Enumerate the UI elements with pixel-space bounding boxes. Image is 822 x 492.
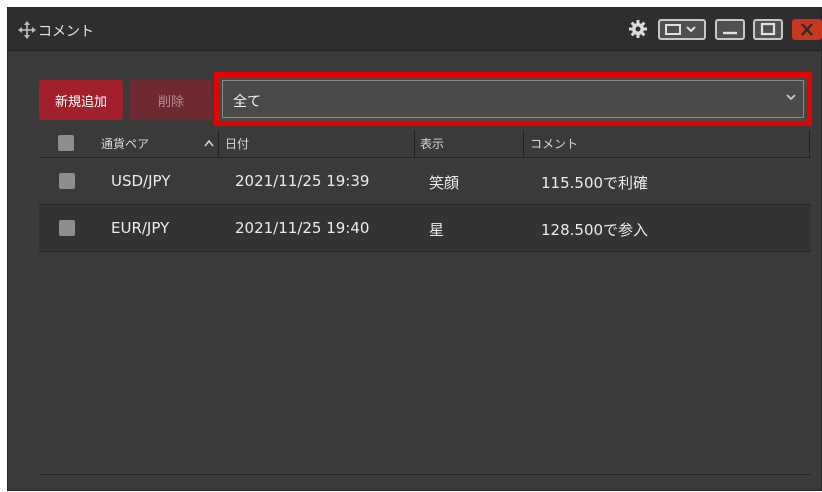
table-row[interactable]: EUR/JPY 2021/11/25 19:40 星 128.500で参入 <box>39 205 811 252</box>
delete-button[interactable]: 削除 <box>130 80 212 120</box>
cell-display: 笑顔 <box>429 174 460 192</box>
minimize-button[interactable] <box>715 19 745 40</box>
filter-select-value: 全て <box>233 94 261 110</box>
header-display[interactable]: 表示 <box>420 135 444 152</box>
comment-window: コメント 新規追加 削除 全て 通貨ペア 日付 表示 コメント USD/JPY … <box>7 7 822 491</box>
column-divider[interactable] <box>523 130 524 157</box>
table-header: 通貨ペア 日付 表示 コメント <box>39 130 811 158</box>
cell-comment: 115.500で利確 <box>541 174 649 192</box>
select-all-checkbox[interactable] <box>58 135 74 151</box>
filter-select[interactable]: 全て <box>222 80 804 118</box>
header-date[interactable]: 日付 <box>225 135 249 152</box>
cell-pair: EUR/JPY <box>111 219 170 237</box>
maximize-button[interactable] <box>753 19 783 40</box>
cell-date: 2021/11/25 19:39 <box>235 172 370 190</box>
column-divider[interactable] <box>414 130 415 157</box>
add-new-button[interactable]: 新規追加 <box>39 80 123 120</box>
minimize-icon <box>723 31 737 35</box>
close-icon <box>801 23 813 36</box>
maximize-icon <box>760 22 776 36</box>
row-checkbox[interactable] <box>59 220 75 236</box>
close-button[interactable] <box>792 19 822 40</box>
title-bar[interactable]: コメント <box>8 8 822 51</box>
cell-comment: 128.500で参入 <box>541 221 649 239</box>
cell-display: 星 <box>429 221 445 239</box>
cell-pair: USD/JPY <box>111 172 171 190</box>
comment-table: 通貨ペア 日付 表示 コメント USD/JPY 2021/11/25 19:39… <box>39 130 811 475</box>
filter-select-highlight: 全て <box>214 72 812 126</box>
gear-icon[interactable] <box>628 19 648 39</box>
layout-button[interactable] <box>658 19 706 40</box>
header-pair[interactable]: 通貨ペア <box>101 135 149 152</box>
window-title: コメント <box>38 24 94 40</box>
table-bottom-border <box>39 474 811 475</box>
table-row[interactable]: USD/JPY 2021/11/25 19:39 笑顔 115.500で利確 <box>39 158 811 205</box>
move-icon[interactable] <box>18 21 36 39</box>
column-divider[interactable] <box>809 130 810 157</box>
sort-ascending-icon[interactable] <box>204 139 214 147</box>
column-divider[interactable] <box>218 130 219 157</box>
header-comment[interactable]: コメント <box>530 135 578 152</box>
cell-date: 2021/11/25 19:40 <box>235 219 370 237</box>
chevron-down-icon[interactable] <box>785 91 797 103</box>
row-checkbox[interactable] <box>59 173 75 189</box>
layout-icon <box>665 24 696 35</box>
